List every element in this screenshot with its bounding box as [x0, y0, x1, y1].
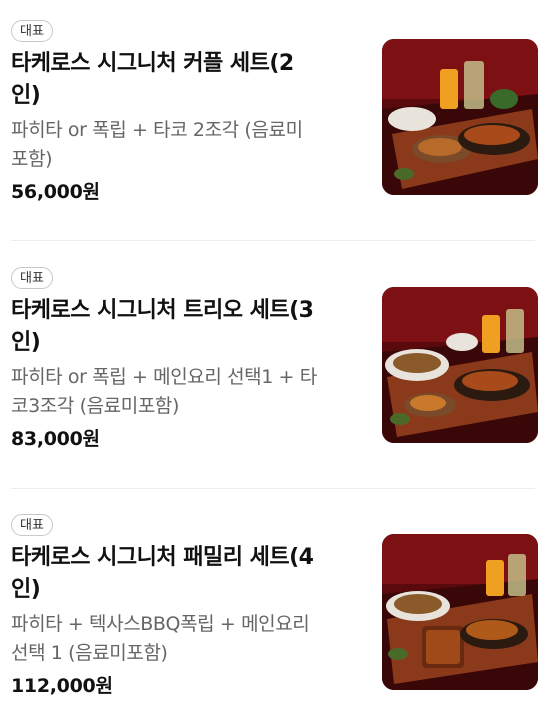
menu-item-text: 대표 타케로스 시그니처 트리오 세트(3 인) 파히타 or 폭립 + 메인요… [11, 267, 356, 453]
menu-item-description-line: 파히타 or 폭립 + 메인요리 선택1 + 타 [11, 366, 317, 388]
menu-item-name-line: 인) [11, 577, 41, 602]
menu-item-name-line: 인) [11, 83, 41, 108]
menu-item-description: 파히타 or 폭립 + 타코 2조각 (음료미 포함) [11, 116, 356, 174]
menu-item-name-line: 타케로스 시그니처 트리오 세트(3 [11, 298, 314, 323]
menu-item-price: 112,000원 [11, 675, 113, 697]
menu-item-name-line: 타케로스 시그니처 커플 세트(2 [11, 51, 294, 76]
divider [11, 488, 535, 489]
menu-item-description-line: 코3조각 (음료미포함) [11, 395, 179, 417]
menu-item-text: 대표 타케로스 시그니처 패밀리 세트(4 인) 파히타 + 텍사스BBQ폭립 … [11, 514, 356, 700]
menu-item-description: 파히타 + 텍사스BBQ폭립 + 메인요리 선택 1 (음료미포함) [11, 610, 356, 668]
menu-item-description-line: 파히타 + 텍사스BBQ폭립 + 메인요리 [11, 613, 310, 635]
menu-item-name-line: 인) [11, 330, 41, 355]
menu-item-name: 타케로스 시그니처 커플 세트(2 인) [11, 48, 356, 112]
menu-item-couple-set[interactable]: 대표 타케로스 시그니처 커플 세트(2 인) 파히타 or 폭립 + 타코 2… [0, 20, 546, 203]
menu-item-name: 타케로스 시그니처 트리오 세트(3 인) [11, 295, 356, 359]
divider [11, 240, 535, 241]
menu-item-price: 83,000원 [11, 428, 100, 450]
menu-item-description-line: 선택 1 (음료미포함) [11, 642, 168, 664]
menu-item-name: 타케로스 시그니처 패밀리 세트(4 인) [11, 542, 356, 606]
menu-item-trio-set[interactable]: 대표 타케로스 시그니처 트리오 세트(3 인) 파히타 or 폭립 + 메인요… [0, 267, 546, 450]
menu-list: 대표 타케로스 시그니처 커플 세트(2 인) 파히타 or 폭립 + 타코 2… [0, 0, 546, 719]
menu-item-description-line: 파히타 or 폭립 + 타코 2조각 (음료미 [11, 119, 303, 141]
menu-item-name-line: 타케로스 시그니처 패밀리 세트(4 [11, 545, 314, 570]
couple-set-photo[interactable] [382, 39, 538, 195]
family-set-photo[interactable] [382, 534, 538, 690]
representative-badge: 대표 [11, 267, 53, 289]
menu-item-text: 대표 타케로스 시그니처 커플 세트(2 인) 파히타 or 폭립 + 타코 2… [11, 20, 356, 206]
representative-badge: 대표 [11, 20, 53, 42]
menu-item-description: 파히타 or 폭립 + 메인요리 선택1 + 타 코3조각 (음료미포함) [11, 363, 356, 421]
trio-set-photo[interactable] [382, 287, 538, 443]
menu-item-family-set[interactable]: 대표 타케로스 시그니처 패밀리 세트(4 인) 파히타 + 텍사스BBQ폭립 … [0, 514, 546, 697]
menu-item-description-line: 포함) [11, 148, 53, 170]
menu-item-price: 56,000원 [11, 181, 100, 203]
representative-badge: 대표 [11, 514, 53, 536]
